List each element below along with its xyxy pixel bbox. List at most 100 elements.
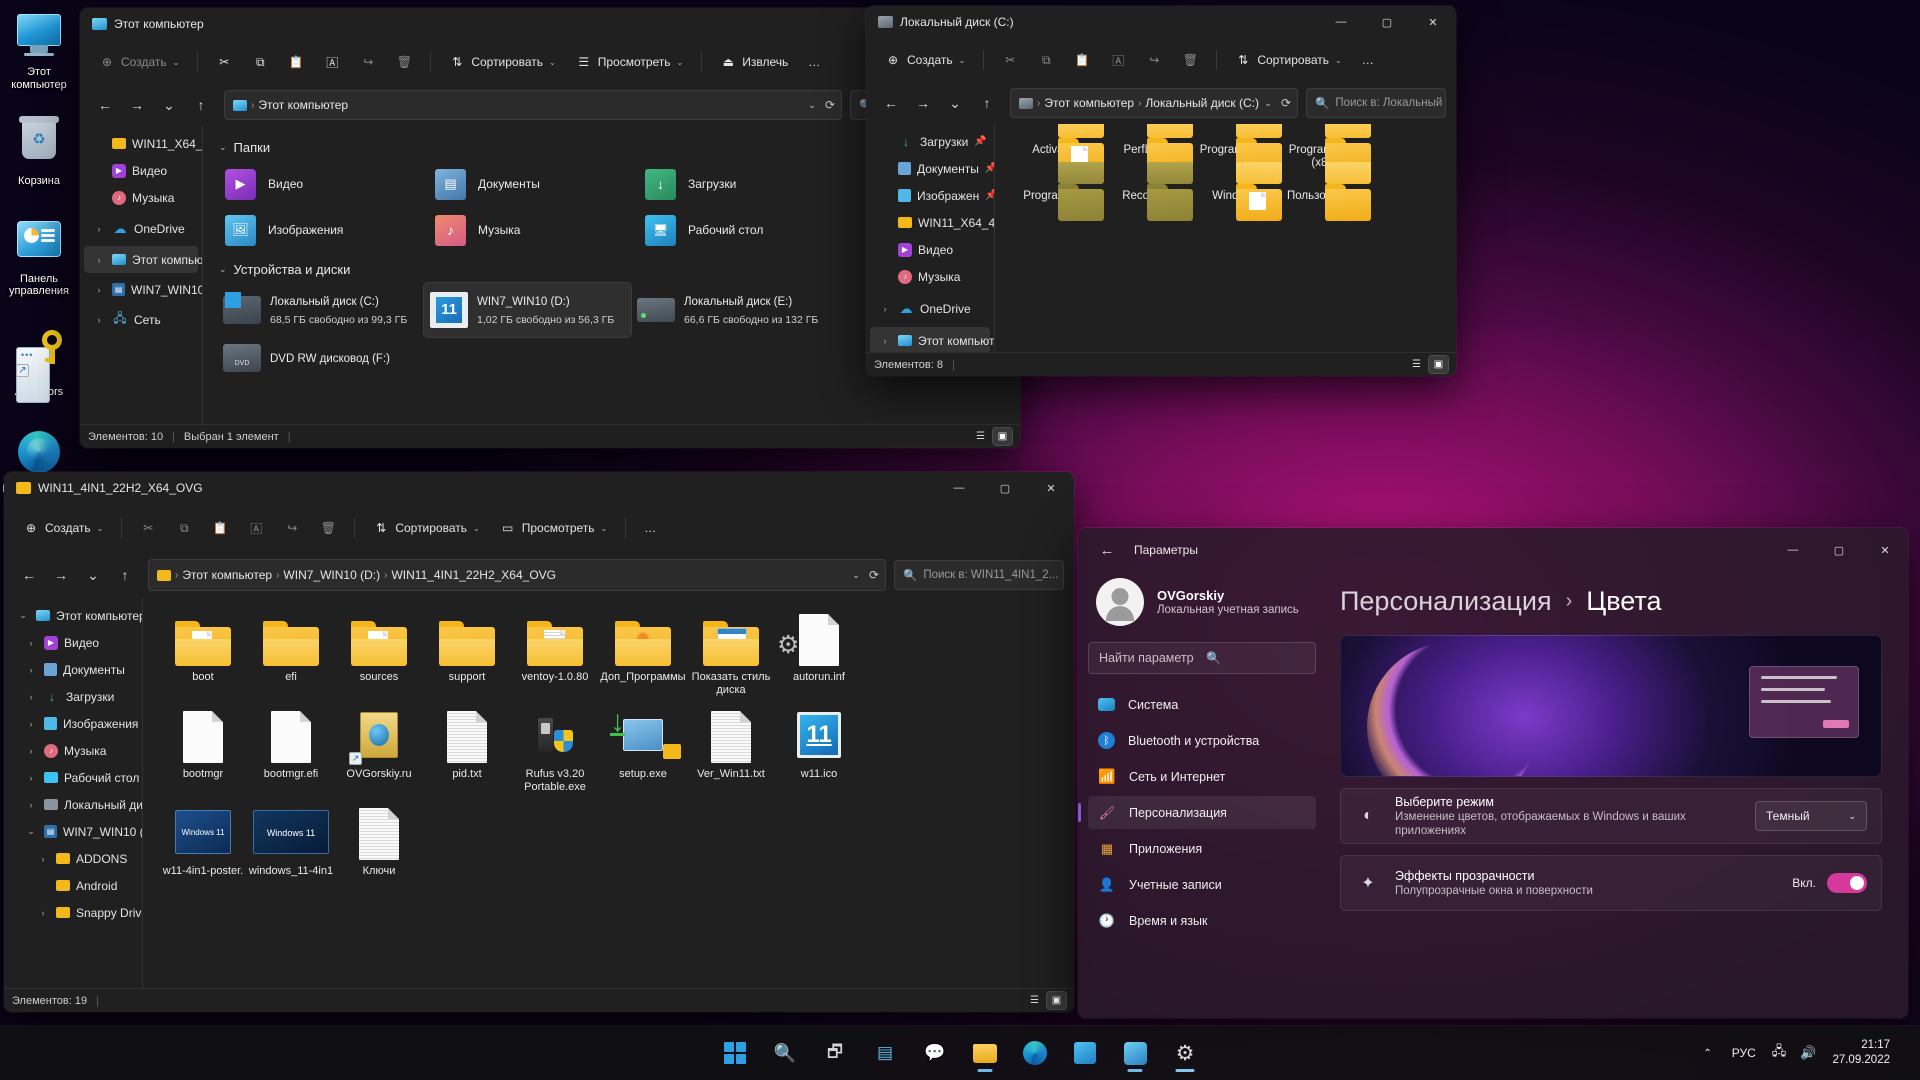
edge-button[interactable] bbox=[1012, 1032, 1058, 1074]
transparency-toggle-group[interactable]: Вкл. bbox=[1792, 873, 1867, 893]
grid-item[interactable]: ↗ OVGorskiy.ru bbox=[335, 707, 423, 794]
tree-item[interactable]: ›Документы bbox=[8, 656, 138, 683]
sort-button[interactable]: ⇅ Сортировать ⌄ bbox=[364, 513, 488, 543]
rename-button[interactable]: 🄰 bbox=[239, 513, 273, 543]
tree-twisty[interactable]: › bbox=[24, 746, 38, 756]
breadcrumb-item[interactable]: WIN7_WIN10 (D:) bbox=[283, 568, 380, 582]
navigation-pane[interactable]: WIN11_X64_4IN ▶ Видео ♪ Музыка › ☁ OneDr… bbox=[80, 126, 202, 424]
tree-twisty[interactable]: ⌄ bbox=[24, 826, 38, 837]
refresh-icon[interactable]: ⟳ bbox=[1281, 96, 1291, 110]
grid-item[interactable]: 11 w11.ico bbox=[775, 707, 863, 794]
file-list[interactable]: boot efi sources support ventoy-1.0.80 bbox=[143, 598, 1074, 988]
view-button[interactable]: ☰ Просмотреть ⌄ bbox=[567, 47, 693, 77]
start-button[interactable] bbox=[712, 1032, 758, 1074]
new-button[interactable]: ⊕ Создать ⌄ bbox=[90, 47, 188, 77]
tree-twisty[interactable]: › bbox=[36, 908, 50, 918]
widgets-button[interactable]: ▤ bbox=[862, 1032, 908, 1074]
tree-item[interactable]: ›Изображения bbox=[8, 710, 138, 737]
grid-item[interactable]: ProgramData bbox=[1013, 184, 1102, 203]
grid-item[interactable]: sources bbox=[335, 610, 423, 697]
tree-twisty[interactable]: › bbox=[878, 336, 892, 346]
tree-item[interactable]: ›ADDONS bbox=[8, 845, 138, 872]
tree-item[interactable]: ›▶Видео bbox=[8, 629, 138, 656]
tree-twisty[interactable]: › bbox=[24, 692, 38, 702]
sort-button[interactable]: ⇅ Сортировать ⌄ bbox=[1226, 45, 1350, 75]
minimize-button[interactable]: — bbox=[1770, 528, 1816, 572]
grid-item[interactable]: ✹ Доп_Программы bbox=[599, 610, 687, 697]
transparency-card[interactable]: ✦ Эффекты прозрачности Полупрозрачные ок… bbox=[1340, 855, 1882, 911]
grid-item[interactable]: Windows 11 windows_11-4in1 bbox=[247, 804, 335, 878]
delete-button[interactable]: 🗑 bbox=[311, 513, 345, 543]
tree-item-this-pc[interactable]: › Этот компьютер bbox=[870, 327, 990, 352]
file-list[interactable]: Activators PerfLogs Program Files bbox=[995, 124, 1456, 352]
maximize-button[interactable]: ▢ bbox=[1816, 528, 1862, 572]
rename-button[interactable]: 🄰 bbox=[1101, 45, 1135, 75]
tree-item[interactable]: › 🖧 Сеть bbox=[84, 306, 198, 333]
refresh-icon[interactable]: ⟳ bbox=[869, 568, 879, 582]
view-button[interactable]: ▭ Просмотреть ⌄ bbox=[491, 513, 617, 543]
tree-item[interactable]: ♪ Музыка bbox=[870, 263, 990, 290]
tree-item[interactable]: ↓ Загрузки 📌 bbox=[870, 128, 990, 155]
details-view-button[interactable]: ☰ bbox=[971, 428, 990, 445]
tree-item[interactable]: ⌄▤WIN7_WIN10 ( bbox=[8, 818, 138, 845]
tree-item[interactable]: › ☁ OneDrive bbox=[870, 295, 990, 322]
more-button[interactable]: … bbox=[635, 513, 665, 543]
settings-search-input[interactable]: Найти параметр 🔍 bbox=[1088, 642, 1316, 674]
up-button[interactable]: ↑ bbox=[110, 560, 140, 590]
tree-item[interactable]: WIN11_X64_4IN bbox=[84, 130, 198, 157]
tree-twisty[interactable]: › bbox=[92, 315, 106, 325]
folder-item[interactable]: ↓ Загрузки bbox=[637, 161, 847, 207]
more-button[interactable]: … bbox=[1353, 45, 1383, 75]
tree-twisty[interactable]: › bbox=[92, 255, 106, 265]
sort-button[interactable]: ⇅ Сортировать ⌄ bbox=[440, 47, 564, 77]
tree-item[interactable]: ›Локальный ди bbox=[8, 791, 138, 818]
explorer-window-iso[interactable]: WIN11_4IN1_22H2_X64_OVG — ▢ ✕ ⊕ Создать … bbox=[4, 472, 1074, 1012]
chevron-down-icon[interactable]: ⌄ bbox=[852, 570, 860, 581]
desktop-icon-control-panel[interactable]: Панель управления bbox=[0, 210, 78, 306]
pin-icon[interactable]: 📌 bbox=[985, 190, 994, 201]
large-icons-view-button[interactable]: ▣ bbox=[1047, 992, 1066, 1009]
paste-button[interactable]: 📋 bbox=[203, 513, 237, 543]
tree-twisty[interactable]: › bbox=[36, 854, 50, 864]
grid-item[interactable]: Показать стиль диска bbox=[687, 610, 775, 697]
folder-item[interactable]: 🖥 Рабочий стол bbox=[637, 207, 847, 253]
breadcrumb-item[interactable]: WIN11_4IN1_22H2_X64_OVG bbox=[391, 568, 556, 582]
tree-twisty[interactable]: ⌄ bbox=[16, 610, 30, 621]
grid-item[interactable]: efi bbox=[247, 610, 335, 697]
drive-item[interactable]: Локальный диск (C:) 68,5 ГБ свободно из … bbox=[217, 283, 424, 337]
paste-button[interactable]: 📋 bbox=[279, 47, 313, 77]
large-icons-view-button[interactable]: ▣ bbox=[1429, 356, 1448, 373]
details-view-button[interactable]: ☰ bbox=[1407, 356, 1426, 373]
pin-icon[interactable]: 📌 bbox=[985, 163, 994, 174]
grid-item[interactable]: Пользователи bbox=[1280, 184, 1369, 203]
titlebar[interactable]: Локальный диск (C:) — ▢ ✕ bbox=[866, 6, 1456, 38]
maximize-button[interactable]: ▢ bbox=[982, 472, 1028, 504]
settings-button[interactable]: ⚙ bbox=[1162, 1032, 1208, 1074]
tree-item[interactable]: ▶ Видео bbox=[84, 157, 198, 184]
recent-dropdown-button[interactable]: ⌄ bbox=[940, 88, 970, 118]
refresh-icon[interactable]: ⟳ bbox=[825, 98, 835, 112]
store-button[interactable] bbox=[1062, 1032, 1108, 1074]
pin-icon[interactable]: 📌 bbox=[974, 136, 986, 147]
navigation-pane[interactable]: ↓ Загрузки 📌 Документы 📌 Изображен 📌 WIN… bbox=[866, 124, 994, 352]
details-view-button[interactable]: ☰ bbox=[1025, 992, 1044, 1009]
grid-item[interactable]: Windows 11 w11-4in1-poster. bbox=[159, 804, 247, 878]
settings-navigation[interactable]: OVGorskiy Локальная учетная запись Найти… bbox=[1078, 572, 1326, 1018]
cut-button[interactable]: ✂ bbox=[993, 45, 1027, 75]
sidebar-item-accounts[interactable]: 👤 Учетные записи bbox=[1088, 868, 1316, 901]
drive-item-selected[interactable]: 11 WIN7_WIN10 (D:) 1,02 ГБ свободно из 5… bbox=[424, 283, 631, 337]
address-bar[interactable]: › Этот компьютер ⌄ ⟳ bbox=[224, 90, 842, 120]
search-input[interactable]: 🔍 Поиск в: WIN11_4IN1_2... bbox=[894, 560, 1064, 590]
tree-item[interactable]: ›↓Загрузки bbox=[8, 683, 138, 710]
drive-item[interactable]: DVD DVD RW дисковод (F:) bbox=[217, 337, 424, 379]
sidebar-item-personalization[interactable]: 🖌 Персонализация bbox=[1088, 796, 1316, 829]
mode-card[interactable]: ◐ Выберите режим Изменение цветов, отобр… bbox=[1340, 788, 1882, 844]
close-button[interactable]: ✕ bbox=[1028, 472, 1074, 504]
sidebar-item-system[interactable]: Система bbox=[1088, 688, 1316, 721]
back-button[interactable]: ← bbox=[1092, 535, 1122, 565]
account-block[interactable]: OVGorskiy Локальная учетная запись bbox=[1088, 572, 1316, 642]
forward-button[interactable]: → bbox=[122, 90, 152, 120]
copy-button[interactable]: ⧉ bbox=[167, 513, 201, 543]
settings-titlebar[interactable]: ← Параметры — ▢ ✕ bbox=[1078, 528, 1908, 572]
up-button[interactable]: ↑ bbox=[186, 90, 216, 120]
